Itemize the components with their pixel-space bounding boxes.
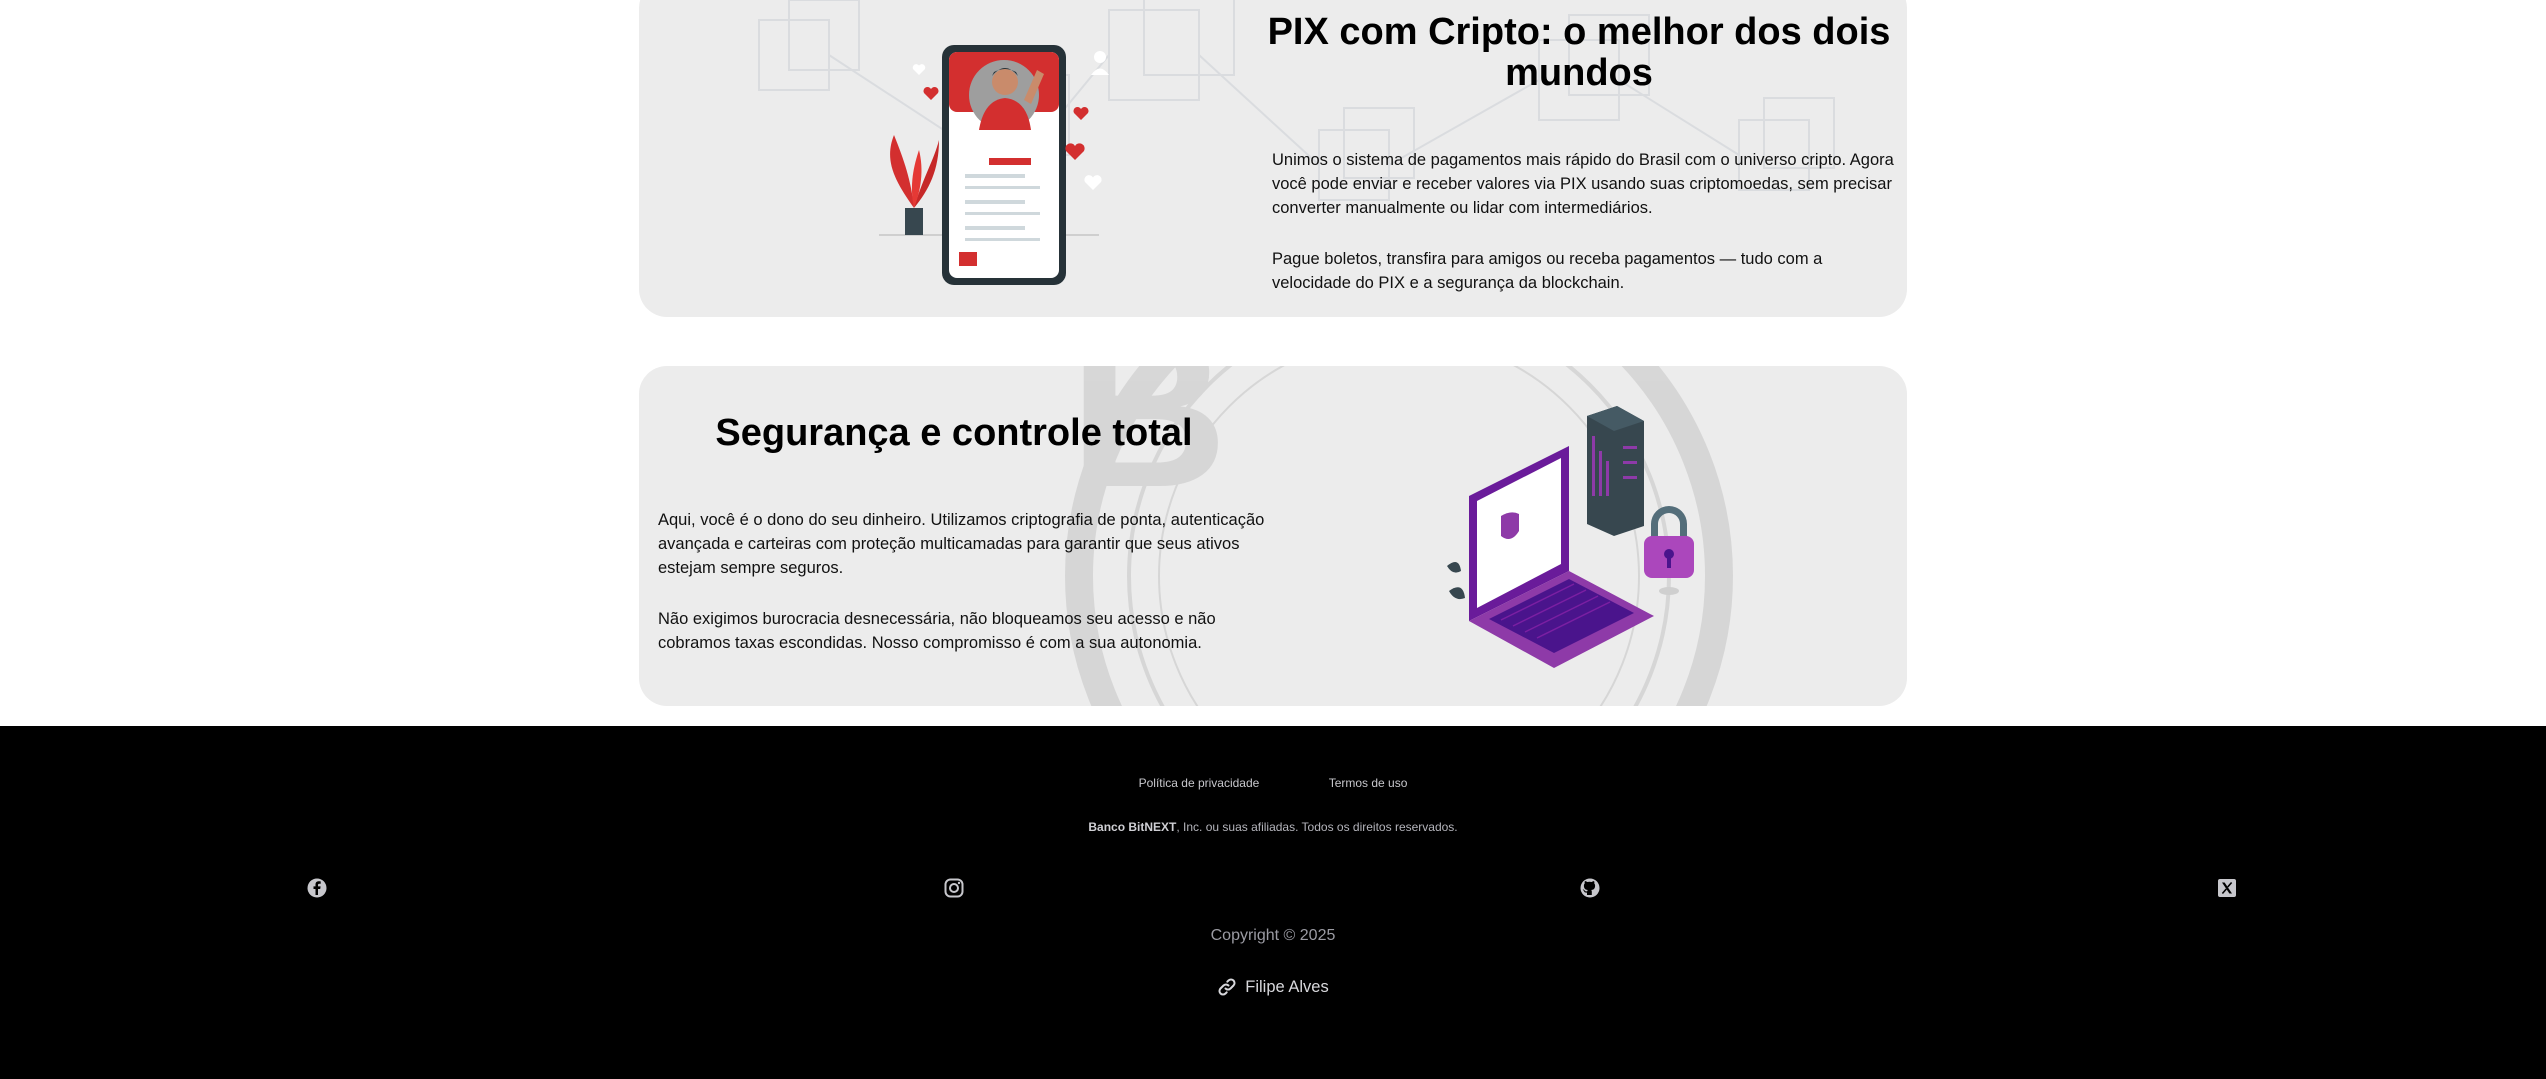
site-footer: Política de privacidade Termos de uso Ba… xyxy=(0,726,2546,1079)
security-section: B Segurança e controle total Aqui, você … xyxy=(639,366,1907,706)
instagram-link[interactable] xyxy=(940,874,968,902)
laptop-security-illustration xyxy=(1447,406,1694,668)
x-link[interactable] xyxy=(2213,874,2241,902)
security-section-text: Aqui, você é o dono do seu dinheiro. Uti… xyxy=(658,508,1268,682)
security-section-title: Segurança e controle total xyxy=(715,412,1193,454)
facebook-link[interactable] xyxy=(303,874,331,902)
security-paragraph-1: Aqui, você é o dono do seu dinheiro. Uti… xyxy=(658,511,1265,577)
footer-links: Política de privacidade Termos de uso xyxy=(0,776,2546,790)
author-name: Filipe Alves xyxy=(1245,977,1329,996)
pix-section-title: PIX com Cripto: o melhor dos dois mundos xyxy=(1267,11,1891,94)
facebook-icon xyxy=(307,878,327,898)
github-icon xyxy=(1580,878,1600,898)
pix-section-text: Unimos o sistema de pagamentos mais rápi… xyxy=(1272,148,1897,317)
terms-of-use-link[interactable]: Termos de uso xyxy=(1329,776,1408,790)
link-icon xyxy=(1218,978,1236,996)
legal-text: , Inc. ou suas afiliadas. Todos os direi… xyxy=(1176,820,1458,834)
legal-notice: Banco BitNEXT, Inc. ou suas afiliadas. T… xyxy=(0,820,2546,834)
copyright-text: Copyright © 2025 xyxy=(1210,927,1336,944)
phone-payment-illustration xyxy=(879,45,1109,285)
pix-section: PIX com Cripto: o melhor dos dois mundos… xyxy=(639,0,1907,317)
legal-brand: Banco BitNEXT xyxy=(1088,820,1177,834)
instagram-icon xyxy=(944,878,964,898)
pix-paragraph-1: Unimos o sistema de pagamentos mais rápi… xyxy=(1272,151,1894,217)
x-icon xyxy=(2218,879,2236,897)
github-link[interactable] xyxy=(1576,874,1604,902)
author-link[interactable]: Filipe Alves xyxy=(0,977,2546,997)
pix-paragraph-2: Pague boletos, transfira para amigos ou … xyxy=(1272,250,1823,292)
security-paragraph-2: Não exigimos burocracia desnecessária, n… xyxy=(658,610,1216,652)
privacy-policy-link[interactable]: Política de privacidade xyxy=(1139,776,1260,790)
